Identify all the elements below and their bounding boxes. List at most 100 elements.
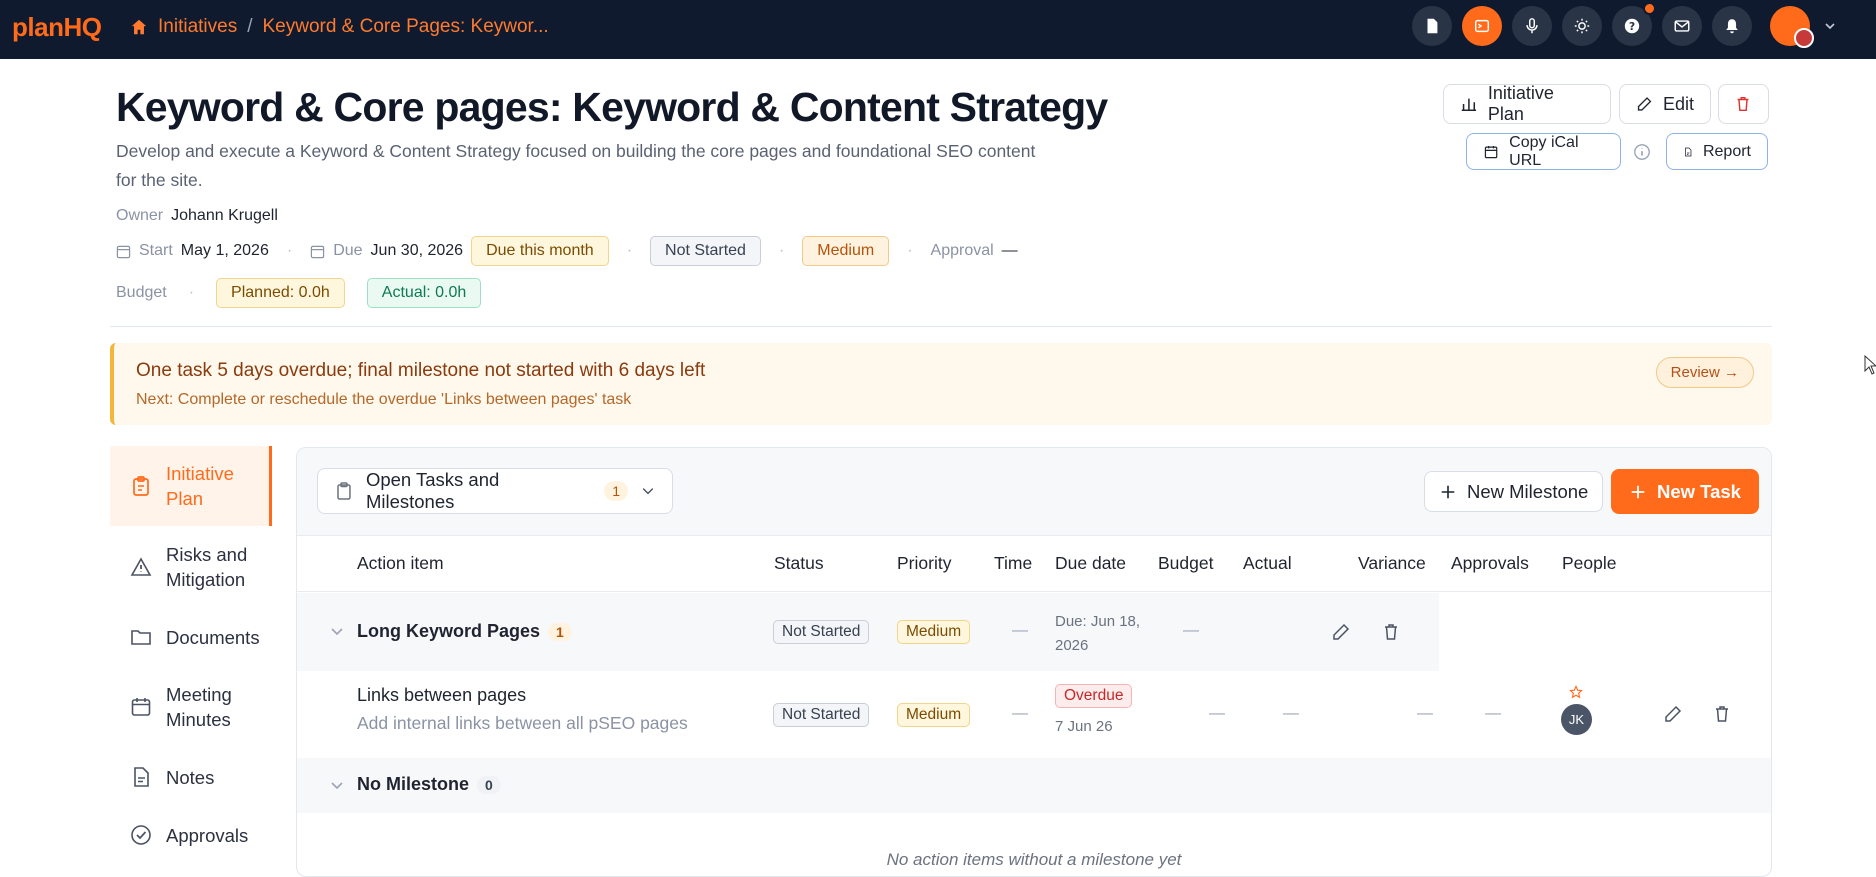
report-button[interactable]: Report — [1666, 133, 1768, 170]
meta-separator: · — [286, 242, 293, 259]
copy-ical-label: Copy iCal URL — [1509, 133, 1579, 169]
start-label: Start — [139, 242, 173, 259]
user-avatar[interactable] — [1770, 6, 1814, 48]
milestone-status-badge[interactable]: Not Started — [773, 620, 870, 644]
edit-icon[interactable] — [1663, 704, 1683, 724]
mail-icon — [1674, 20, 1690, 32]
person-avatar[interactable]: JK — [1561, 704, 1592, 735]
trash-icon — [1737, 96, 1749, 112]
task-approvals: — — [1485, 705, 1501, 722]
note-icon — [134, 767, 149, 787]
meta-separator: · — [778, 242, 785, 259]
sidebar-item-meeting-minutes[interactable]: Meeting Minutes — [110, 666, 272, 748]
trash-icon[interactable] — [1712, 704, 1732, 724]
chevron-down-icon[interactable] — [329, 777, 345, 793]
edit-button[interactable]: Edit — [1619, 84, 1711, 124]
actual-budget-badge: Actual: 0.0h — [366, 278, 482, 308]
milestone-row[interactable]: Long Keyword Pages 1 Not Started Medium —… — [297, 593, 1439, 671]
copy-ical-button[interactable]: Copy iCal URL — [1466, 133, 1621, 170]
milestone-due-line2: 2026 — [1055, 637, 1089, 654]
mail-button[interactable] — [1662, 6, 1702, 46]
meta-separator: · — [188, 284, 195, 301]
due-this-month-badge: Due this month — [471, 236, 609, 266]
milestone-priority-badge[interactable]: Medium — [897, 620, 971, 644]
plus-icon — [1631, 485, 1645, 498]
mouse-cursor-icon — [1864, 355, 1876, 375]
sidebar-item-risks[interactable]: Risks and Mitigation — [110, 526, 272, 608]
sidebar-item-documents[interactable]: Documents — [110, 608, 272, 666]
svg-text:?: ? — [1629, 20, 1635, 33]
due-label: Due — [333, 242, 363, 259]
planned-budget-badge: Planned: 0.0h — [216, 278, 345, 308]
star-icon[interactable] — [1569, 685, 1583, 699]
task-variance: — — [1417, 705, 1433, 722]
topbar-actions: ? — [1412, 2, 1836, 48]
delete-button[interactable] — [1718, 84, 1769, 124]
table-row[interactable]: Links between pages Add internal links b… — [297, 673, 1771, 757]
breadcrumb-initiatives[interactable]: Initiatives — [158, 16, 237, 38]
no-milestone-name: No Milestone — [357, 774, 470, 794]
budget-row: Budget · Planned: 0.0h Actual: 0.0h — [116, 278, 482, 308]
page-description: Develop and execute a Keyword & Content … — [116, 141, 1036, 190]
task-priority-badge[interactable]: Medium — [897, 703, 971, 727]
trash-icon[interactable] — [1381, 622, 1401, 642]
col-approvals[interactable]: Approvals — [1451, 553, 1529, 574]
clipboard-icon — [337, 482, 351, 500]
col-variance[interactable]: Variance — [1358, 553, 1426, 574]
notifications-button[interactable] — [1712, 6, 1752, 46]
breadcrumb-separator: / — [247, 16, 253, 37]
calendar-icon — [116, 245, 131, 258]
task-status-badge[interactable]: Not Started — [773, 703, 870, 727]
col-people[interactable]: People — [1562, 553, 1617, 574]
sidebar-item-label: Approvals — [166, 824, 249, 846]
sidebar-item-label: Initiative Plan — [166, 463, 234, 509]
edit-icon[interactable] — [1331, 622, 1351, 642]
help-button[interactable]: ? — [1612, 2, 1656, 46]
no-milestone-count: 0 — [477, 776, 501, 794]
microphone-button[interactable] — [1512, 6, 1552, 46]
console-button[interactable] — [1462, 6, 1502, 46]
initiative-plan-button[interactable]: Initiative Plan — [1443, 83, 1611, 124]
status-badge[interactable]: Not Started — [650, 236, 761, 266]
sidebar-item-initiative-plan[interactable]: Initiative Plan — [110, 446, 272, 526]
col-budget[interactable]: Budget — [1158, 553, 1213, 574]
app-logo[interactable]: planHQ — [12, 12, 102, 43]
filter-count: 1 — [604, 481, 629, 501]
sidebar-item-approvals[interactable]: Approvals — [110, 806, 272, 864]
plus-icon — [1441, 485, 1455, 498]
col-time[interactable]: Time — [994, 553, 1032, 574]
milestone-due-line1: Due: Jun 18, — [1055, 613, 1141, 630]
col-actual[interactable]: Actual — [1243, 553, 1292, 574]
document-button[interactable] — [1412, 6, 1452, 46]
document-icon — [1427, 18, 1438, 34]
sidebar-item-notes[interactable]: Notes — [110, 748, 272, 806]
priority-badge[interactable]: Medium — [802, 236, 890, 266]
chevron-down-icon[interactable] — [1824, 20, 1836, 32]
notification-dot — [1643, 2, 1656, 15]
calendar-icon — [1484, 145, 1498, 158]
new-milestone-button[interactable]: New Milestone — [1424, 471, 1604, 512]
col-priority[interactable]: Priority — [897, 553, 951, 574]
info-icon[interactable] — [1633, 143, 1651, 161]
review-button[interactable]: Review → — [1655, 357, 1754, 388]
milestone-count: 1 — [548, 623, 572, 641]
breadcrumb-current[interactable]: Keyword & Core Pages: Keywor... — [262, 16, 548, 38]
col-action-item[interactable]: Action item — [357, 553, 444, 574]
empty-state-text: No action items without a milestone yet — [886, 850, 1182, 869]
action-items-panel: Open Tasks and Milestones 1 New Mileston… — [296, 447, 1772, 877]
theme-toggle-button[interactable] — [1562, 6, 1602, 46]
filter-dropdown[interactable]: Open Tasks and Milestones 1 — [317, 468, 673, 514]
report-label: Report — [1702, 142, 1751, 160]
milestone-time: — — [1012, 622, 1028, 639]
top-navbar: planHQ Initiatives / Keyword & Core Page… — [0, 0, 1876, 59]
col-due-date[interactable]: Due date — [1055, 553, 1126, 574]
no-milestone-row[interactable]: No Milestone 0 — [297, 758, 1771, 813]
chevron-down-icon[interactable] — [329, 623, 345, 639]
meta-separator: · — [907, 242, 913, 259]
sidebar-item-label: Meeting Minutes — [166, 684, 232, 730]
task-name[interactable]: Links between pages — [357, 685, 526, 706]
overdue-badge: Overdue — [1055, 684, 1133, 708]
owner-row: Owner Johann Krugell — [116, 207, 278, 225]
new-task-button[interactable]: New Task — [1611, 469, 1759, 514]
col-status[interactable]: Status — [774, 553, 824, 574]
